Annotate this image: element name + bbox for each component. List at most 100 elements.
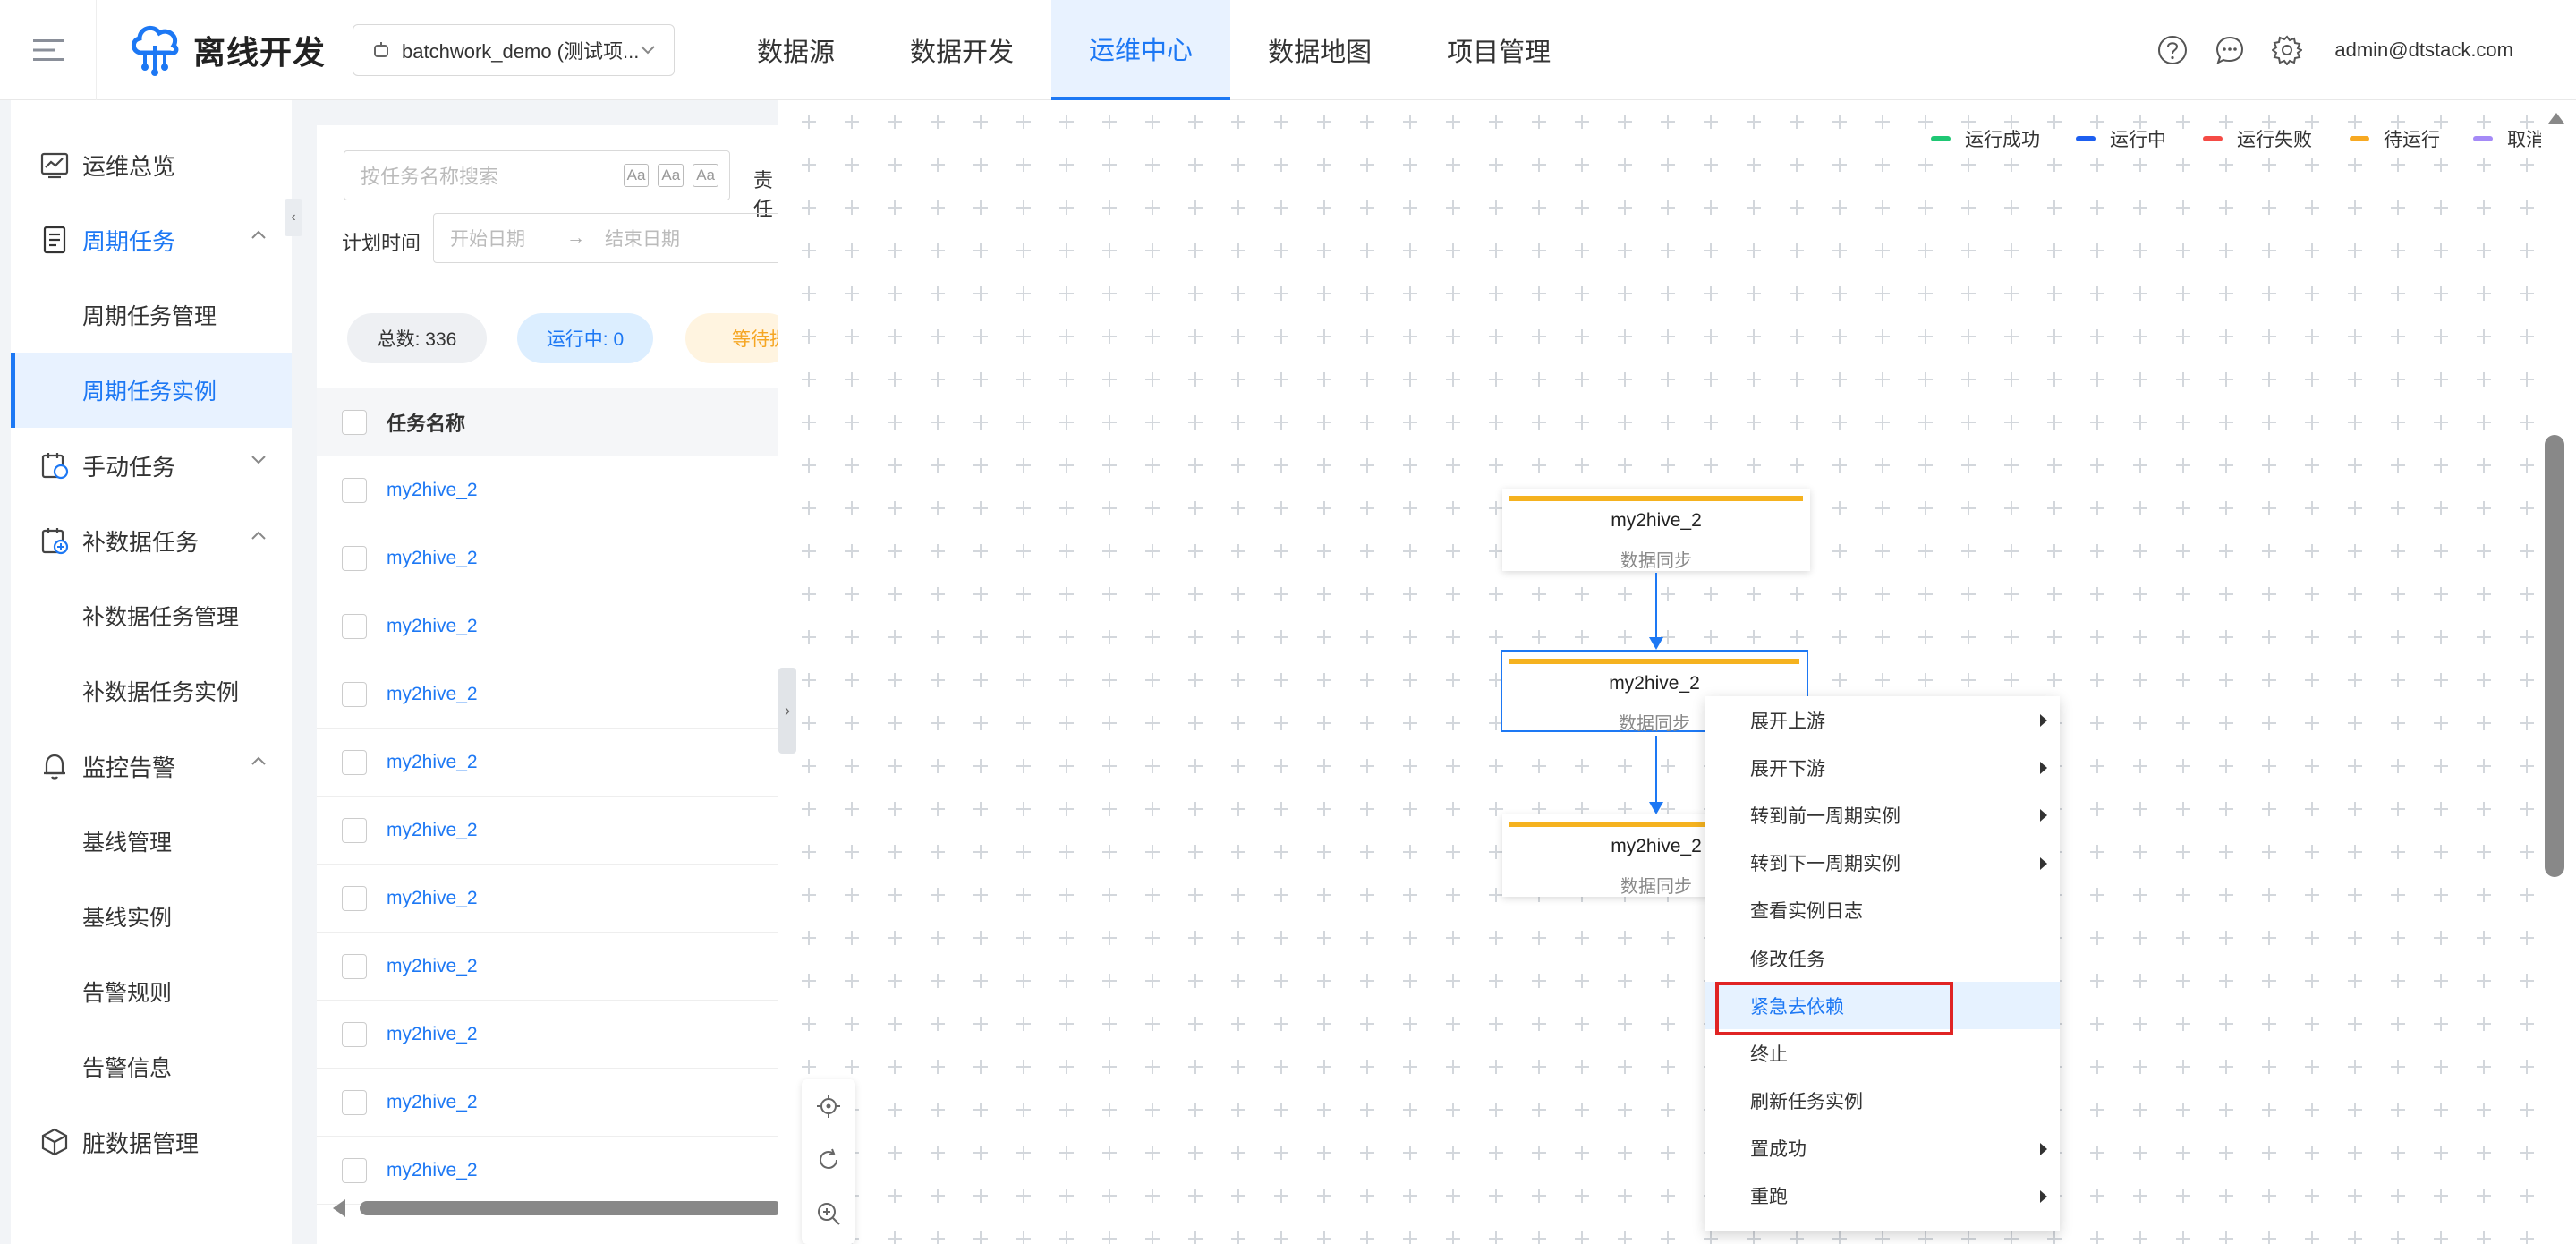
task-name-link[interactable]: my2hive_2: [387, 480, 478, 501]
table-horizontal-scrollbar[interactable]: [329, 1197, 782, 1219]
menu-set-success[interactable]: 置成功: [1705, 1125, 2060, 1172]
sidebar-item-alert-rules[interactable]: 告警规则: [11, 954, 292, 1029]
nav-data-dev[interactable]: 数据开发: [872, 0, 1051, 100]
sidebar-item-alert-info[interactable]: 告警信息: [11, 1029, 292, 1104]
help-icon[interactable]: [2157, 35, 2188, 65]
refresh-icon: [820, 1148, 837, 1169]
dependency-edge: [1649, 573, 1663, 650]
nav-ops-center[interactable]: 运维中心: [1051, 0, 1231, 100]
top-header: 离线开发 batchwork_demo (测试项... 数据源 数据开发 运维中…: [0, 0, 2576, 100]
menu-item-label: 展开下游: [1750, 758, 1825, 780]
regex-toggle[interactable]: Aa: [693, 164, 718, 187]
task-name-link[interactable]: my2hive_2: [387, 956, 478, 977]
sidebar-item-baseline-instance[interactable]: 基线实例: [11, 879, 292, 954]
task-name-search-input[interactable]: 按任务名称搜索 Aa Aa Aa: [344, 150, 730, 200]
row-checkbox[interactable]: [342, 1089, 367, 1115]
row-checkbox[interactable]: [342, 885, 367, 911]
menu-goto-next-instance[interactable]: 转到下一周期实例: [1705, 839, 2060, 887]
manual-task-icon: [41, 453, 69, 480]
table-header: 任务名称: [317, 388, 782, 456]
scrollbar-thumb[interactable]: [360, 1201, 782, 1215]
menu-refresh-instance[interactable]: 刷新任务实例: [1705, 1078, 2060, 1125]
menu-expand-downstream[interactable]: 展开下游: [1705, 744, 2060, 791]
task-name-link[interactable]: my2hive_2: [387, 820, 478, 841]
task-name-link[interactable]: my2hive_2: [387, 752, 478, 773]
sidebar-item-ops-overview[interactable]: 运维总览: [11, 127, 292, 202]
row-checkbox[interactable]: [342, 953, 367, 979]
start-date-input[interactable]: 开始日期: [450, 225, 525, 251]
menu-view-instance-log[interactable]: 查看实例日志: [1705, 887, 2060, 934]
graph-vertical-scrollbar[interactable]: [2541, 100, 2576, 1244]
scroll-up-arrow-icon[interactable]: [2548, 113, 2564, 124]
task-name-link[interactable]: my2hive_2: [387, 1160, 478, 1181]
hamburger-icon: [32, 38, 64, 61]
sidebar-item-monitor-alerts[interactable]: 监控告警: [11, 729, 292, 804]
zoom-in-icon: [818, 1203, 840, 1225]
message-icon[interactable]: [2215, 35, 2245, 65]
task-name-link[interactable]: my2hive_2: [387, 888, 478, 909]
status-running-badge[interactable]: 运行中: 0: [517, 313, 653, 363]
menu-terminate[interactable]: 终止: [1705, 1029, 2060, 1077]
task-name-link[interactable]: my2hive_2: [387, 684, 478, 705]
menu-item-label: 展开上游: [1750, 711, 1825, 732]
match-word-toggle[interactable]: Aa: [658, 164, 684, 187]
scrollbar-thumb[interactable]: [2545, 435, 2564, 877]
list-expand-button[interactable]: ›: [778, 668, 796, 754]
menu-rerun[interactable]: 重跑: [1705, 1172, 2060, 1220]
task-name-link[interactable]: my2hive_2: [387, 1092, 478, 1113]
sidebar-item-periodic-tasks[interactable]: 周期任务: [11, 202, 292, 277]
match-case-toggle[interactable]: Aa: [623, 164, 650, 187]
sidebar-item-backfill-tasks[interactable]: 补数据任务: [11, 503, 292, 578]
task-name-link[interactable]: my2hive_2: [387, 1024, 478, 1045]
task-name-link[interactable]: my2hive_2: [387, 616, 478, 637]
zoom-in-button[interactable]: [802, 1187, 855, 1240]
row-checkbox[interactable]: [342, 545, 367, 571]
sidebar-item-dirty-data[interactable]: 脏数据管理: [11, 1104, 292, 1180]
table-row: my2hive_2: [317, 592, 782, 660]
row-checkbox[interactable]: [342, 749, 367, 775]
row-checkbox[interactable]: [342, 477, 367, 503]
row-checkbox[interactable]: [342, 817, 367, 843]
select-all-checkbox[interactable]: [342, 410, 367, 435]
menu-edit-task[interactable]: 修改任务: [1705, 934, 2060, 982]
node-context-menu: 展开上游 展开下游 转到前一周期实例 转到下一周期实例 查看实例日志 修改任务 …: [1705, 696, 2060, 1231]
status-waiting-badge[interactable]: 等待提: [685, 313, 793, 363]
app-logo[interactable]: 离线开发: [129, 22, 326, 78]
sidebar-item-manual-tasks[interactable]: 手动任务: [11, 428, 292, 503]
plan-time-range-picker[interactable]: 开始日期 → 结束日期: [433, 213, 791, 263]
sidebar-item-backfill-manage[interactable]: 补数据任务管理: [11, 578, 292, 653]
nav-datasource[interactable]: 数据源: [719, 0, 872, 100]
search-placeholder: 按任务名称搜索: [361, 166, 499, 188]
sidebar-item-backfill-instance[interactable]: 补数据任务实例: [11, 653, 292, 729]
sidebar-collapse-button[interactable]: ‹: [285, 199, 302, 236]
legend-swatch: [1931, 136, 1951, 141]
status-total-badge[interactable]: 总数: 336: [347, 313, 487, 363]
menu-item-label: 刷新任务实例: [1750, 1092, 1863, 1113]
sidebar-item-periodic-task-instance[interactable]: 周期任务实例: [11, 353, 292, 428]
menu-toggle-button[interactable]: [0, 0, 97, 100]
menu-item-label: 终止: [1750, 1044, 1788, 1065]
row-checkbox[interactable]: [342, 1021, 367, 1047]
sidebar-item-label: 周期任务: [82, 227, 176, 255]
locate-button[interactable]: [802, 1079, 855, 1133]
row-checkbox[interactable]: [342, 1157, 367, 1183]
table-row: my2hive_2: [317, 660, 782, 729]
settings-gear-icon[interactable]: [2272, 35, 2303, 65]
menu-goto-previous-instance[interactable]: 转到前一周期实例: [1705, 791, 2060, 839]
project-select-value: batchwork_demo (测试项...: [402, 39, 640, 63]
nav-data-map[interactable]: 数据地图: [1230, 0, 1409, 100]
scroll-left-arrow-icon[interactable]: [333, 1199, 345, 1217]
row-checkbox[interactable]: [342, 681, 367, 707]
task-name-link[interactable]: my2hive_2: [387, 548, 478, 569]
sidebar-item-baseline-manage[interactable]: 基线管理: [11, 804, 292, 879]
task-node[interactable]: my2hive_2 数据同步: [1502, 489, 1810, 571]
legend-label: 运行失败: [2237, 130, 2312, 150]
refresh-graph-button[interactable]: [802, 1133, 855, 1187]
end-date-input[interactable]: 结束日期: [605, 225, 680, 251]
row-checkbox[interactable]: [342, 613, 367, 639]
menu-expand-upstream[interactable]: 展开上游: [1705, 696, 2060, 744]
user-account[interactable]: admin@dtstack.com: [2334, 38, 2513, 62]
nav-project-manage[interactable]: 项目管理: [1409, 0, 1588, 100]
project-select[interactable]: batchwork_demo (测试项...: [353, 23, 676, 76]
sidebar-item-periodic-task-manage[interactable]: 周期任务管理: [11, 277, 292, 353]
